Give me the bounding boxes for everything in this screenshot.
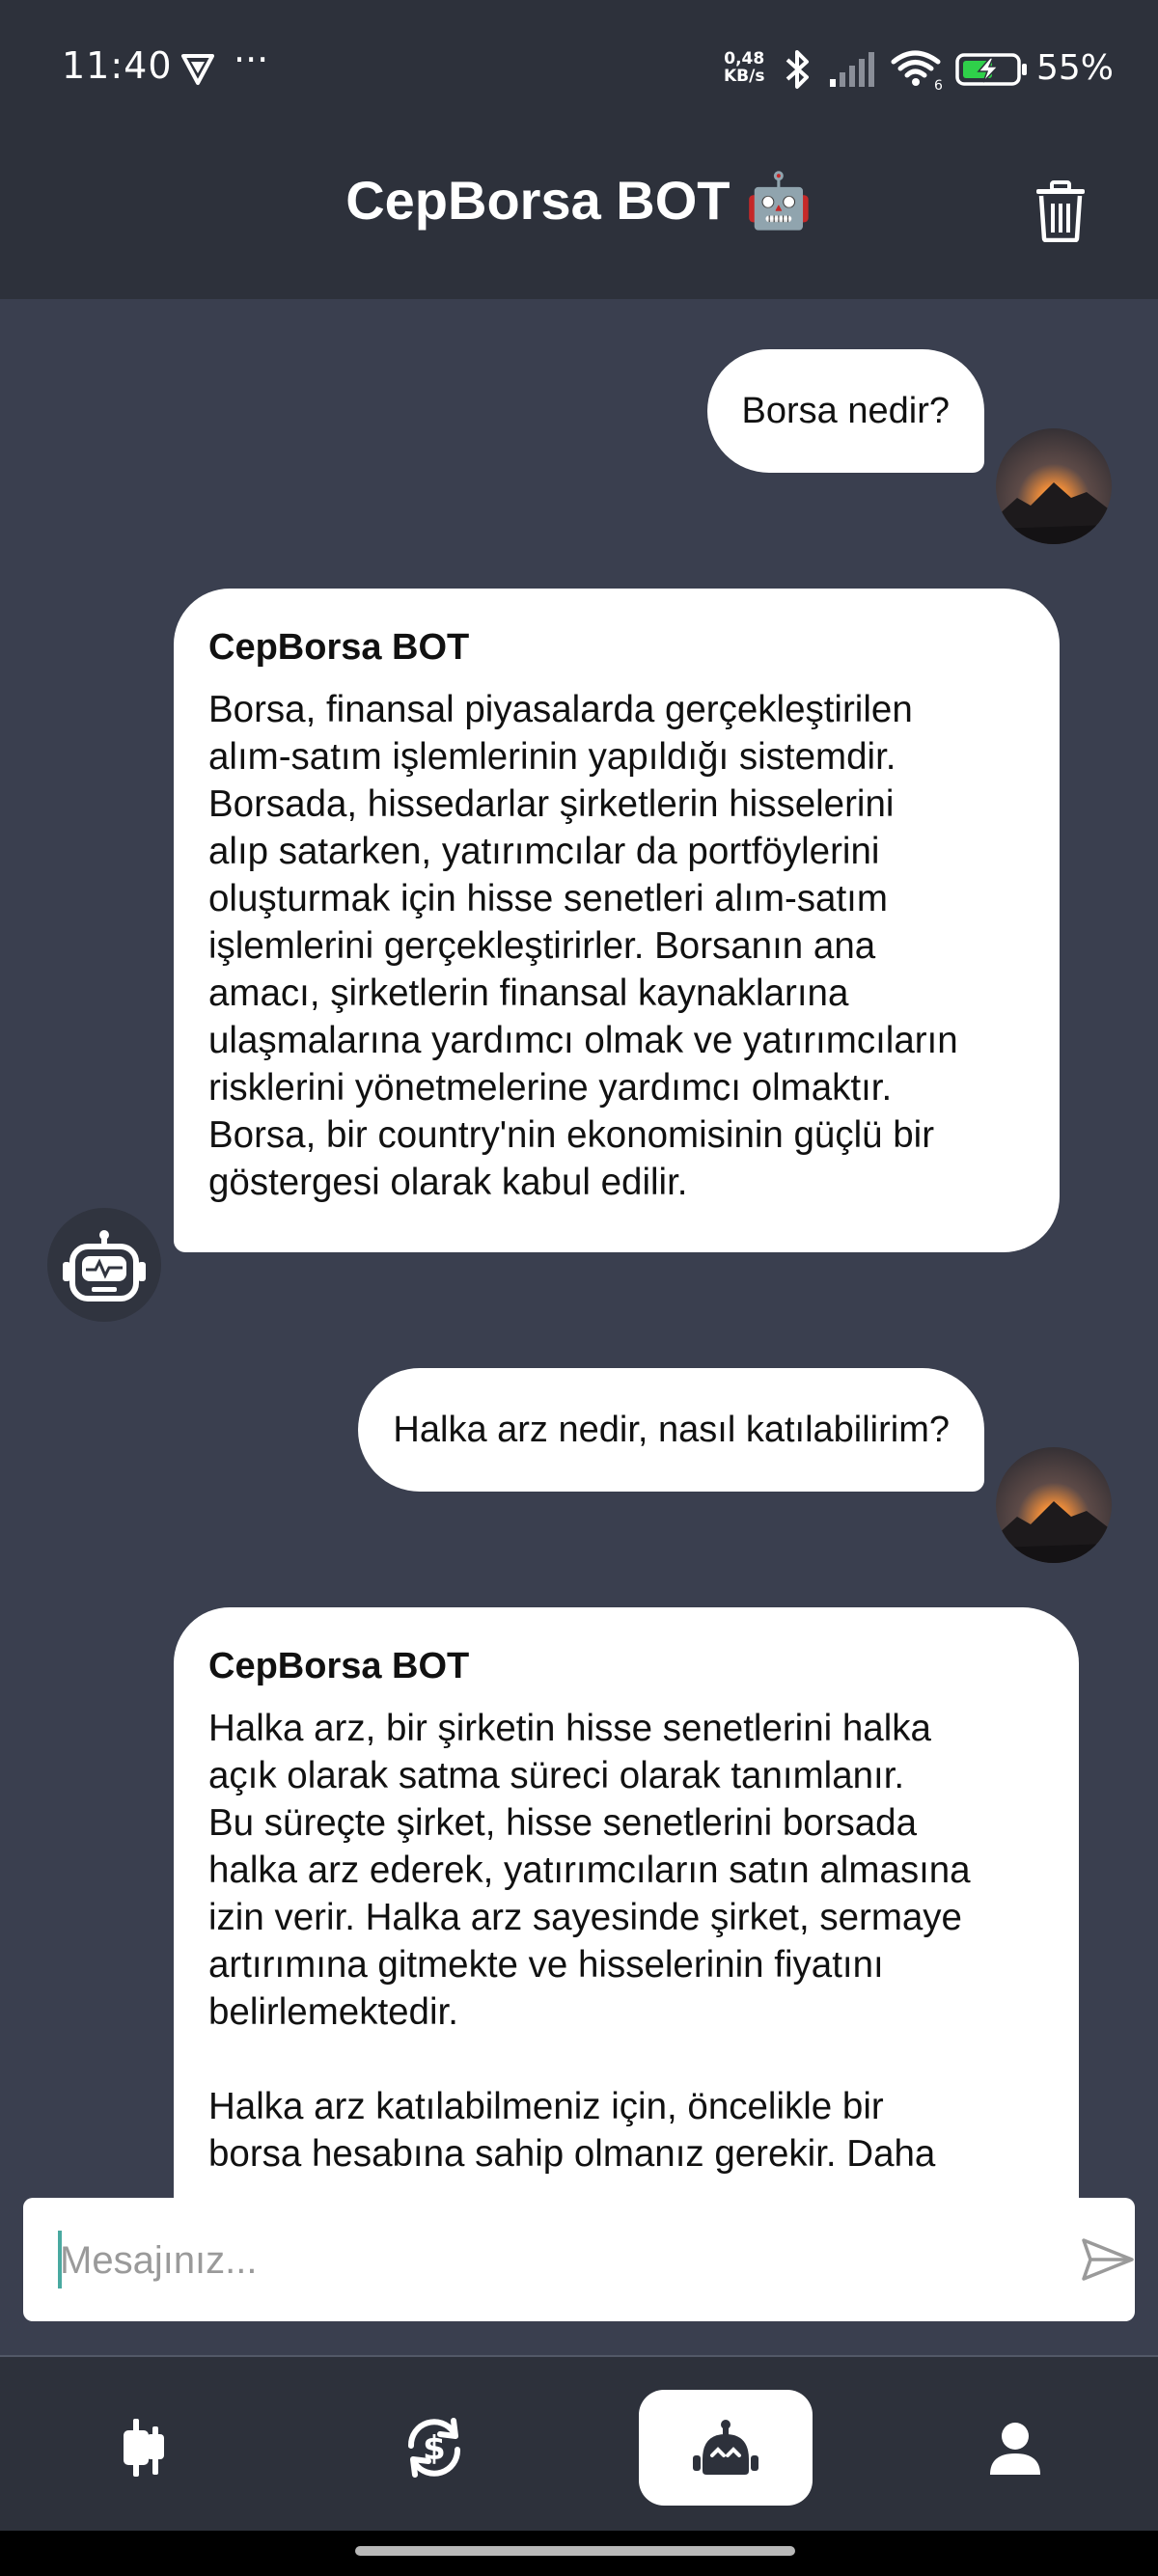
bot-message: CepBorsa BOT Borsa, finansal piyasalarda…: [174, 589, 1060, 1252]
user-avatar: [996, 1447, 1112, 1563]
nav-item-exchange[interactable]: $: [347, 2390, 521, 2506]
home-gesture-bar[interactable]: [355, 2546, 795, 2556]
system-gesture-area: [0, 2531, 1158, 2576]
more-notifications-icon: ···: [234, 39, 269, 81]
bot-avatar: [47, 1208, 161, 1322]
message-input-box[interactable]: [23, 2198, 1135, 2321]
user-message: Borsa nedir?: [706, 349, 984, 473]
sunset-mountain-avatar-icon: [996, 1447, 1112, 1563]
page-title: CepBorsa BOT 🤖: [345, 170, 813, 231]
currency-exchange-icon: $: [407, 2418, 461, 2478]
robot-icon: [63, 1230, 146, 1302]
message-composer: [0, 2198, 1158, 2356]
network-speed-value: 0,48: [724, 49, 765, 69]
chat-messages[interactable]: Borsa nedir? CepBorsa BOT Borsa, finansa…: [0, 299, 1158, 2198]
user-message: Halka arz nedir, nasıl katılabilirim?: [358, 1368, 984, 1492]
cellular-signal-icon: [830, 52, 874, 87]
sunset-mountain-avatar-icon: [996, 428, 1112, 544]
message-input[interactable]: [58, 2221, 1027, 2300]
svg-text:$: $: [423, 2429, 446, 2468]
bot-message-sender: CepBorsa BOT: [208, 627, 470, 668]
trash-icon[interactable]: [1034, 180, 1087, 242]
status-bar: 11:40 ··· 0,48 KB/s 6 55%: [0, 0, 1158, 140]
text-caret: [58, 2231, 62, 2288]
app-header: CepBorsa BOT 🤖: [0, 140, 1158, 299]
wifi-icon: 6: [891, 50, 943, 91]
nav-item-bot[interactable]: [639, 2390, 813, 2506]
status-time: 11:40: [62, 44, 173, 87]
network-speed: 0,48 KB/s: [724, 50, 764, 85]
bot-message-sender: CepBorsa BOT: [208, 1646, 470, 1686]
battery-charging-icon: [955, 53, 1027, 86]
candlestick-chart-icon: [124, 2419, 164, 2477]
send-icon[interactable]: [1081, 2236, 1135, 2283]
user-message-text: Borsa nedir?: [741, 391, 950, 431]
vpn-icon: [181, 54, 214, 85]
bot-message: CepBorsa BOT Halka arz, bir şirketin his…: [174, 1607, 1079, 2198]
bot-message-text: Borsa, finansal piyasalarda gerçekleştir…: [208, 689, 958, 1203]
bluetooth-icon: [786, 50, 809, 89]
nav-item-market[interactable]: [58, 2390, 232, 2506]
robot-icon: [693, 2420, 758, 2475]
user-message-text: Halka arz nedir, nasıl katılabilirim?: [393, 1410, 950, 1450]
user-avatar: [996, 428, 1112, 544]
bottom-navigation: $: [0, 2357, 1158, 2531]
battery-percent: 55%: [1036, 48, 1115, 88]
wifi-label: 6: [934, 78, 943, 91]
nav-item-profile[interactable]: [928, 2390, 1102, 2506]
bot-message-text: Halka arz, bir şirketin hisse senetlerin…: [208, 1708, 971, 2175]
profile-icon: [990, 2423, 1040, 2475]
network-speed-unit: KB/s: [724, 67, 765, 86]
